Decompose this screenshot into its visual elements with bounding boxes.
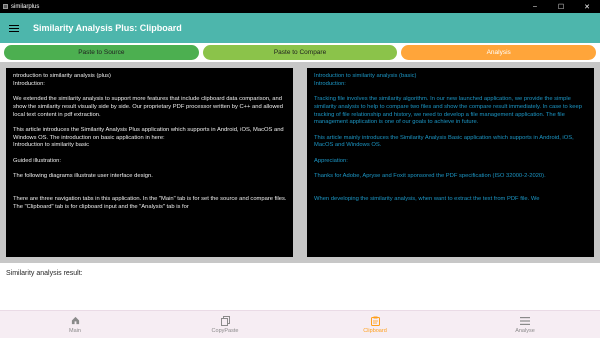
maximize-button[interactable]: ☐ xyxy=(548,0,574,13)
source-text-panel[interactable]: ntroduction to similarity analysis (plus… xyxy=(6,68,293,257)
menu-icon xyxy=(520,316,530,326)
compare-text-panel[interactable]: Introduction to similarity analysis (bas… xyxy=(307,68,594,257)
nav-copypaste-label: CopyPaste xyxy=(211,327,239,334)
analysis-button[interactable]: Analysis xyxy=(401,45,597,60)
clipboard-icon xyxy=(370,316,380,326)
app-bar: Similarity Analysis Plus: Clipboard xyxy=(0,13,600,43)
window-title: similarplus xyxy=(11,3,40,10)
app-icon xyxy=(3,4,8,9)
nav-copypaste[interactable]: CopyPaste xyxy=(150,311,300,338)
paste-to-compare-button[interactable]: Paste to Compare xyxy=(202,45,398,60)
nav-analyse[interactable]: Analyse xyxy=(450,311,600,338)
page-title: Similarity Analysis Plus: Clipboard xyxy=(33,23,182,33)
action-bar: Paste to Source Paste to Compare Analysi… xyxy=(4,45,597,60)
bottom-navigation: Main CopyPaste Clipboard Analyse xyxy=(0,310,600,338)
hamburger-icon[interactable] xyxy=(9,24,19,32)
nav-analyse-label: Analyse xyxy=(515,327,535,334)
paste-to-source-button[interactable]: Paste to Source xyxy=(4,45,199,60)
close-button[interactable]: ✕ xyxy=(574,0,600,13)
home-icon xyxy=(71,316,80,326)
minimize-button[interactable]: – xyxy=(522,0,548,13)
nav-clipboard[interactable]: Clipboard xyxy=(300,311,450,338)
source-text: ntroduction to similarity analysis (plus… xyxy=(13,73,287,210)
nav-main[interactable]: Main xyxy=(0,311,150,338)
nav-main-label: Main xyxy=(69,327,81,334)
compare-text: Introduction to similarity analysis (bas… xyxy=(314,73,582,203)
window-titlebar: similarplus – ☐ ✕ xyxy=(0,0,600,13)
copy-icon xyxy=(220,315,230,326)
result-label: Similarity analysis result: xyxy=(6,270,83,277)
nav-clipboard-label: Clipboard xyxy=(363,327,387,334)
text-panels: ntroduction to similarity analysis (plus… xyxy=(0,62,600,263)
